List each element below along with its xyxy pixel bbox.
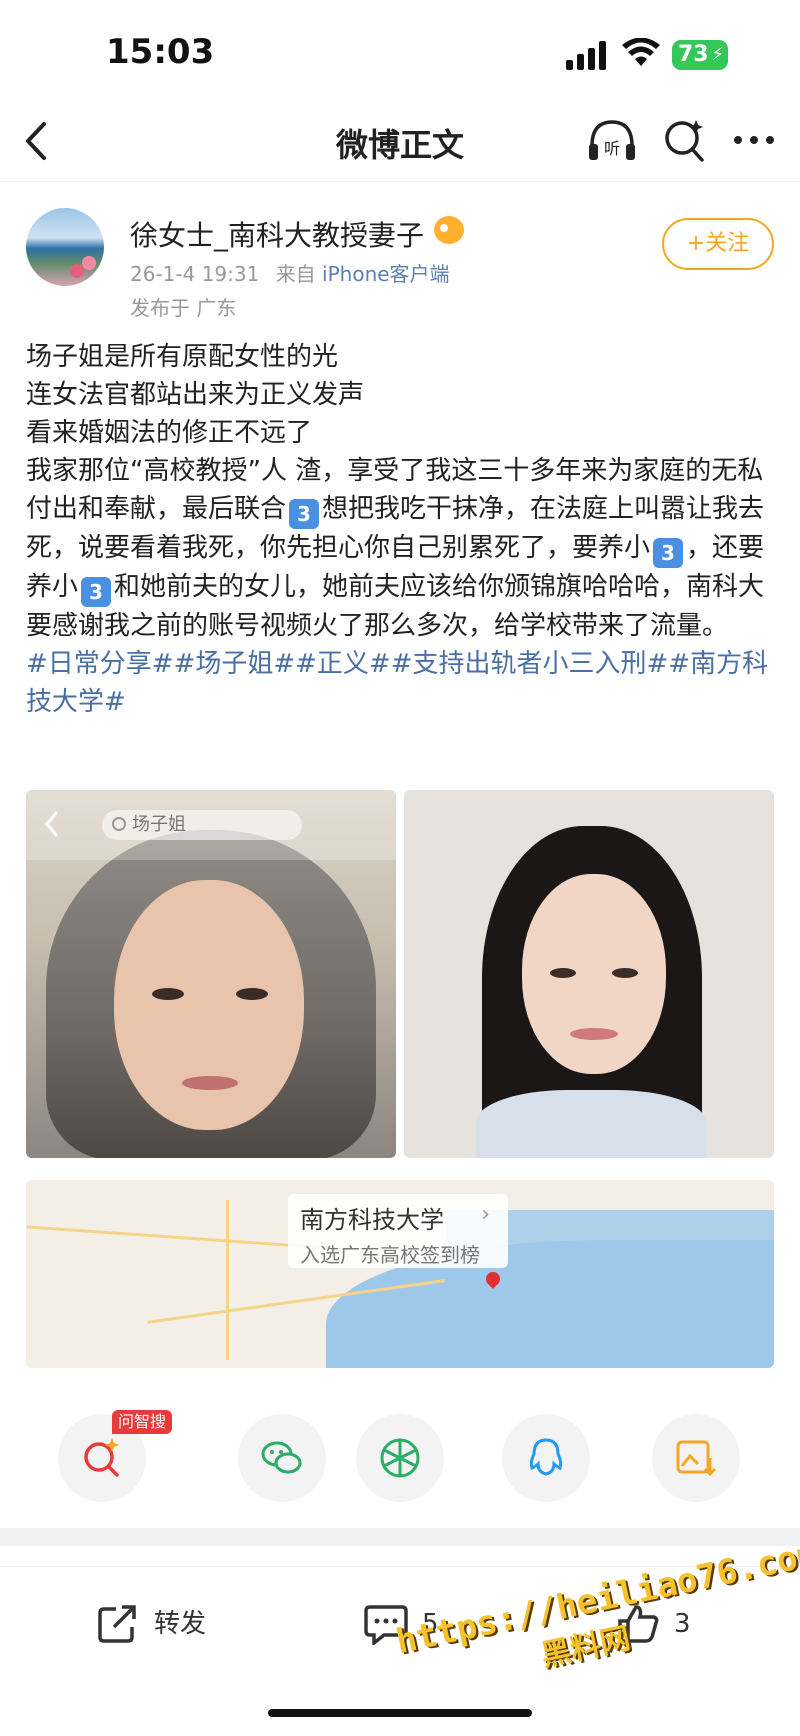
chevron-right-icon: ›	[481, 1202, 490, 1227]
repost-button[interactable]: 转发	[96, 1601, 236, 1647]
status-time: 15:03	[106, 32, 215, 72]
section-divider	[0, 1528, 800, 1546]
map-location-label[interactable]: 南方科技大学 入选广东高校签到榜 ›	[288, 1194, 508, 1268]
vip-badge-icon	[434, 216, 464, 244]
listen-label: 听	[604, 139, 620, 158]
photo-mouth	[182, 1076, 238, 1090]
post-hashtags[interactable]: #日常分享##场子姐##正义##支持出轨者小三入刑##南方科技大学#	[26, 645, 776, 721]
map-subtitle: 入选广东高校签到榜	[300, 1243, 480, 1267]
repost-icon	[98, 1605, 136, 1643]
post-photo-2[interactable]	[404, 790, 774, 1158]
wifi-icon	[622, 38, 660, 66]
post-meta: 26-1-4 19:31 来自 iPhone客户端	[130, 258, 450, 287]
search-spark-icon[interactable]	[662, 116, 706, 164]
home-indicator	[268, 1709, 532, 1717]
location-map-card[interactable]: 南方科技大学 入选广东高校签到榜 ›	[26, 1180, 774, 1368]
photo-mouth	[570, 1028, 618, 1040]
share-moments-button[interactable]	[356, 1414, 444, 1502]
photo-app-overlay: 场子姐	[26, 790, 396, 860]
moments-aperture-icon	[380, 1438, 420, 1478]
photo-back-chevron-icon	[45, 811, 59, 837]
nav-bar: 微博正文 听	[0, 100, 800, 182]
save-image-button[interactable]	[652, 1414, 740, 1502]
post-body: 场子姐是所有原配女性的光 连女法官都站出来为正义发声 看来婚姻法的修正不远了 我…	[26, 338, 776, 721]
post-source-prefix: 来自	[275, 262, 316, 286]
post-timestamp: 26-1-4 19:31	[130, 262, 260, 286]
photo-eye	[550, 968, 576, 978]
post-source[interactable]: iPhone客户端	[322, 262, 450, 286]
author-name[interactable]: 徐女士_南科大教授妻子	[130, 214, 424, 254]
photo-search-box: 场子姐	[102, 810, 302, 840]
post-line: 场子姐是所有原配女性的光	[26, 342, 339, 372]
post-line: 连女法官都站出来为正义发声	[26, 380, 365, 410]
cellular-signal-icon	[566, 41, 606, 70]
map-road	[226, 1200, 229, 1360]
ai-search-tag: 问智搜	[112, 1410, 172, 1434]
battery-indicator: 73 ⚡	[672, 40, 728, 70]
share-qq-button[interactable]	[502, 1414, 590, 1502]
photo-eye	[152, 988, 184, 1000]
photo-eye	[612, 968, 638, 978]
post-text-segment: 和她前夫的女儿，她前夫应该给你颁锦旗哈哈哈，南科大要感谢我之前的账号视频火了那么…	[26, 572, 765, 641]
avatar-flower-decoration-2	[82, 256, 96, 270]
photo-shirt	[476, 1090, 706, 1158]
post-location: 发布于 广东	[130, 296, 237, 320]
follow-button[interactable]: +关注	[662, 218, 774, 270]
photo-face	[114, 880, 304, 1130]
qq-penguin-icon	[529, 1438, 563, 1476]
post-photo-1[interactable]: 场子姐	[26, 790, 396, 1158]
map-title: 南方科技大学	[300, 1206, 444, 1234]
keycap-3-emoji: 3	[81, 577, 112, 607]
author-avatar[interactable]	[26, 208, 104, 286]
post-line: 看来婚姻法的修正不远了	[26, 418, 313, 448]
battery-level: 73	[678, 42, 709, 67]
ai-search-icon	[84, 1438, 119, 1477]
charging-bolt-icon: ⚡	[711, 44, 724, 65]
wechat-icon	[261, 1441, 302, 1474]
listen-headphones-icon[interactable]: 听	[586, 116, 638, 166]
photo-search-text: 场子姐	[132, 814, 186, 835]
keycap-3-emoji: 3	[653, 538, 684, 568]
repost-label: 转发	[154, 1609, 207, 1639]
status-bar: 15:03 73 ⚡	[0, 0, 800, 100]
share-wechat-button[interactable]	[238, 1414, 326, 1502]
photo-search-icon	[112, 817, 126, 831]
like-count: 3	[674, 1609, 691, 1639]
photo-eye	[236, 988, 268, 1000]
keycap-3-emoji: 3	[289, 499, 320, 529]
save-image-icon	[676, 1440, 717, 1477]
more-dots-icon[interactable]	[732, 120, 776, 160]
post-paragraph: 我家那位“高校教授”人 渣，享受了我这三十多年来为家庭的无私付出和奉献，最后联合…	[26, 452, 776, 645]
photo-face	[522, 874, 666, 1074]
